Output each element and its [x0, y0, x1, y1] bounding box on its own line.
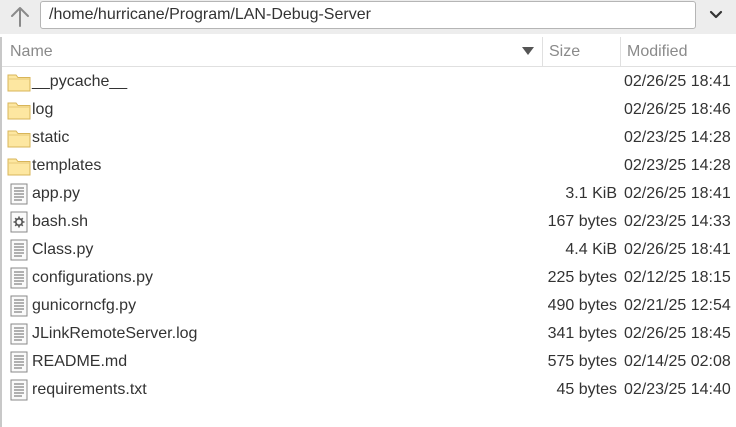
- file-row[interactable]: configurations.py 225 bytes 02/12/25 18:15: [2, 264, 736, 292]
- file-row[interactable]: static 02/23/25 14:28: [2, 124, 736, 152]
- file-name: Class.py: [32, 241, 94, 258]
- file-modified: 02/26/25 18:46: [624, 101, 731, 118]
- file-row[interactable]: gunicorncfg.py 490 bytes 02/21/25 12:54: [2, 292, 736, 320]
- file-name: JLinkRemoteServer.log: [32, 325, 198, 342]
- file-name: gunicorncfg.py: [32, 297, 137, 314]
- file-name: requirements.txt: [32, 381, 147, 398]
- file-name: log: [32, 101, 54, 118]
- file-size: 4.4 KiB: [565, 241, 617, 258]
- file-name: README.md: [32, 353, 128, 370]
- up-arrow-icon: [11, 7, 29, 27]
- file-row[interactable]: templates 02/23/25 14:28: [2, 152, 736, 180]
- file-modified: 02/26/25 18:45: [624, 325, 731, 342]
- file-row[interactable]: JLinkRemoteServer.log 341 bytes 02/26/25 1…: [2, 320, 736, 348]
- file-size: 575 bytes: [547, 353, 617, 370]
- text-file-icon: [7, 351, 31, 373]
- name-column-header[interactable]: Name: [2, 37, 543, 66]
- file-modified: 02/23/25 14:33: [624, 213, 731, 230]
- text-file-icon: [7, 323, 31, 345]
- modified-column-header[interactable]: Modified: [621, 37, 736, 66]
- file-row[interactable]: README.md 575 bytes 02/14/25 02:08: [2, 348, 736, 376]
- file-modified: 02/26/25 18:41: [624, 73, 731, 90]
- file-modified: 02/23/25 14:28: [624, 157, 731, 174]
- file-list[interactable]: Name Size Modified __pycache__ 02/26/25 1…: [0, 37, 736, 427]
- size-column-header[interactable]: Size: [543, 37, 621, 66]
- path-input[interactable]: [40, 1, 696, 29]
- name-column-label: Name: [10, 43, 53, 60]
- text-file-icon: [7, 183, 31, 205]
- file-name: configurations.py: [32, 269, 153, 286]
- file-size: 167 bytes: [547, 213, 617, 230]
- modified-column-label: Modified: [627, 43, 688, 60]
- file-row[interactable]: requirements.txt 45 bytes 02/23/25 14:40: [2, 376, 736, 404]
- file-size: 3.1 KiB: [565, 185, 617, 202]
- path-history-dropdown[interactable]: [700, 1, 732, 29]
- file-size: 45 bytes: [556, 381, 617, 398]
- file-row[interactable]: log 02/26/25 18:46: [2, 96, 736, 124]
- script-file-icon: [7, 211, 31, 233]
- folder-icon: [7, 71, 31, 93]
- file-name: templates: [32, 157, 102, 174]
- text-file-icon: [7, 379, 31, 401]
- file-name: bash.sh: [32, 213, 89, 230]
- file-row[interactable]: __pycache__ 02/26/25 18:41: [2, 68, 736, 96]
- file-modified: 02/12/25 18:15: [624, 269, 731, 286]
- file-modified: 02/23/25 14:40: [624, 381, 731, 398]
- file-modified: 02/21/25 12:54: [624, 297, 731, 314]
- text-file-icon: [7, 295, 31, 317]
- location-toolbar: [0, 0, 736, 34]
- file-name: static: [32, 129, 70, 146]
- file-modified: 02/14/25 02:08: [624, 353, 731, 370]
- file-name: __pycache__: [32, 73, 128, 90]
- column-header: Name Size Modified: [2, 37, 736, 67]
- folder-icon: [7, 155, 31, 177]
- chevron-down-icon: [709, 10, 723, 19]
- size-column-label: Size: [549, 43, 581, 60]
- file-size: 225 bytes: [547, 269, 617, 286]
- text-file-icon: [7, 267, 31, 289]
- file-modified: 02/26/25 18:41: [624, 241, 731, 258]
- file-name: app.py: [32, 185, 81, 202]
- file-row[interactable]: app.py 3.1 KiB 02/26/25 18:41: [2, 180, 736, 208]
- file-row[interactable]: bash.sh 167 bytes 02/23/25 14:33: [2, 208, 736, 236]
- file-size: 490 bytes: [547, 297, 617, 314]
- file-size: 341 bytes: [547, 325, 617, 342]
- go-up-button[interactable]: [4, 2, 36, 32]
- file-modified: 02/23/25 14:28: [624, 129, 731, 146]
- folder-icon: [7, 127, 31, 149]
- sort-descending-icon[interactable]: [522, 47, 534, 56]
- file-row[interactable]: Class.py 4.4 KiB 02/26/25 18:41: [2, 236, 736, 264]
- folder-icon: [7, 99, 31, 121]
- text-file-icon: [7, 239, 31, 261]
- file-modified: 02/26/25 18:41: [624, 185, 731, 202]
